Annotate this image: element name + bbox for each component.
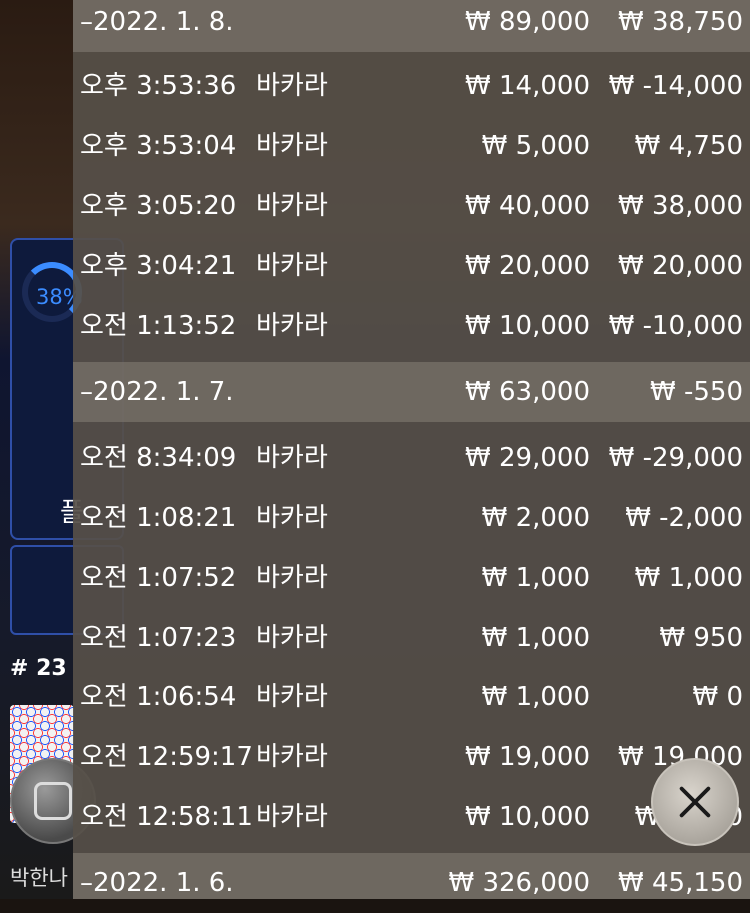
bet-total: ₩ 63,000 (465, 377, 590, 407)
history-item-row[interactable]: 오후 3:53:36 바카라 ₩ 14,000 ₩ -14,000 (73, 56, 750, 116)
bet-amount: ₩ 1,000 (481, 682, 590, 712)
game-name: 바카라 (256, 311, 328, 341)
history-item-row[interactable]: 오후 3:05:20 바카라 ₩ 40,000 ₩ 38,000 (73, 176, 750, 236)
bet-time: 오전 1:13:52 (80, 311, 237, 341)
bet-amount: ₩ 29,000 (465, 443, 590, 473)
history-item-row[interactable]: 오전 8:34:09 바카라 ₩ 29,000 ₩ -29,000 (73, 428, 750, 488)
game-name: 바카라 (256, 742, 328, 772)
win-amount: ₩ 20,000 (618, 251, 743, 281)
bet-time: 오후 3:04:21 (80, 251, 237, 281)
bet-total: ₩ 326,000 (448, 868, 591, 898)
bet-time: 오전 1:06:54 (80, 682, 237, 712)
win-total: ₩ 38,750 (618, 7, 743, 37)
game-name: 바카라 (256, 682, 328, 712)
win-amount: ₩ -10,000 (608, 311, 743, 341)
bet-time: 오전 12:58:11 (80, 802, 253, 832)
history-item-row[interactable]: 오전 1:13:52 바카라 ₩ 10,000 ₩ -10,000 (73, 296, 750, 356)
close-button[interactable] (651, 758, 739, 846)
game-name: 바카라 (256, 251, 328, 281)
win-amount: ₩ -2,000 (625, 503, 743, 533)
bet-amount: ₩ 1,000 (481, 623, 590, 653)
bet-time: 오전 1:07:52 (80, 563, 237, 593)
game-name: 바카라 (256, 563, 328, 593)
history-date-row: –2022. 1. 6. ₩ 326,000 ₩ 45,150 (73, 853, 750, 899)
win-amount: ₩ 4,750 (634, 131, 743, 161)
win-amount: ₩ 38,000 (618, 191, 743, 221)
history-item-row[interactable]: 오전 1:06:54 바카라 ₩ 1,000 ₩ 0 (73, 667, 750, 727)
user-name: 박한나 (10, 866, 68, 890)
bet-amount: ₩ 20,000 (465, 251, 590, 281)
bet-time: 오후 3:05:20 (80, 191, 237, 221)
bet-total: ₩ 89,000 (465, 7, 590, 37)
win-amount: ₩ -14,000 (608, 71, 743, 101)
bet-time: 오전 8:34:09 (80, 443, 237, 473)
history-item-row[interactable]: 오전 12:59:17 바카라 ₩ 19,000 ₩ 19,000 (73, 727, 750, 787)
bet-amount: ₩ 19,000 (465, 742, 590, 772)
bet-time: 오전 1:08:21 (80, 503, 237, 533)
history-item-row[interactable]: 오전 1:07:23 바카라 ₩ 1,000 ₩ 950 (73, 608, 750, 668)
game-name: 바카라 (256, 802, 328, 832)
history-item-row[interactable]: 오후 3:53:04 바카라 ₩ 5,000 ₩ 4,750 (73, 116, 750, 176)
game-name: 바카라 (256, 503, 328, 533)
room-number: # 23 (10, 656, 67, 681)
close-icon (679, 786, 711, 818)
game-name: 바카라 (256, 71, 328, 101)
history-item-row[interactable]: 오전 1:07:52 바카라 ₩ 1,000 ₩ 1,000 (73, 548, 750, 608)
bet-time: 오전 1:07:23 (80, 623, 237, 653)
bet-amount: ₩ 40,000 (465, 191, 590, 221)
game-name: 바카라 (256, 191, 328, 221)
history-date-row: –2022. 1. 8. ₩ 89,000 ₩ 38,750 (73, 0, 750, 52)
bet-time: 오전 12:59:17 (80, 742, 253, 772)
betting-history-panel[interactable]: –2022. 1. 8. ₩ 89,000 ₩ 38,750 오후 3:53:3… (73, 0, 750, 899)
history-item-row[interactable]: 오전 1:08:21 바카라 ₩ 2,000 ₩ -2,000 (73, 488, 750, 548)
bet-amount: ₩ 1,000 (481, 563, 590, 593)
win-total: ₩ -550 (650, 377, 743, 407)
win-amount: ₩ 0 (692, 682, 743, 712)
bet-amount: ₩ 2,000 (481, 503, 590, 533)
history-item-row[interactable]: 오전 12:58:11 바카라 ₩ 10,000 ₩ 9,500 (73, 787, 750, 847)
date-label: –2022. 1. 6. (80, 868, 234, 898)
win-amount: ₩ -29,000 (608, 443, 743, 473)
date-label: –2022. 1. 7. (80, 377, 234, 407)
win-amount: ₩ 1,000 (634, 563, 743, 593)
bet-time: 오후 3:53:04 (80, 131, 237, 161)
game-name: 바카라 (256, 131, 328, 161)
history-date-row: –2022. 1. 7. ₩ 63,000 ₩ -550 (73, 362, 750, 422)
date-label: –2022. 1. 8. (80, 7, 234, 37)
table-icon (34, 782, 72, 820)
bet-amount: ₩ 10,000 (465, 311, 590, 341)
game-name: 바카라 (256, 443, 328, 473)
game-name: 바카라 (256, 623, 328, 653)
bet-amount: ₩ 14,000 (465, 71, 590, 101)
bet-time: 오후 3:53:36 (80, 71, 237, 101)
history-item-row[interactable]: 오후 3:04:21 바카라 ₩ 20,000 ₩ 20,000 (73, 236, 750, 296)
bet-amount: ₩ 10,000 (465, 802, 590, 832)
win-amount: ₩ 950 (659, 623, 743, 653)
bet-amount: ₩ 5,000 (481, 131, 590, 161)
win-total: ₩ 45,150 (618, 868, 743, 898)
